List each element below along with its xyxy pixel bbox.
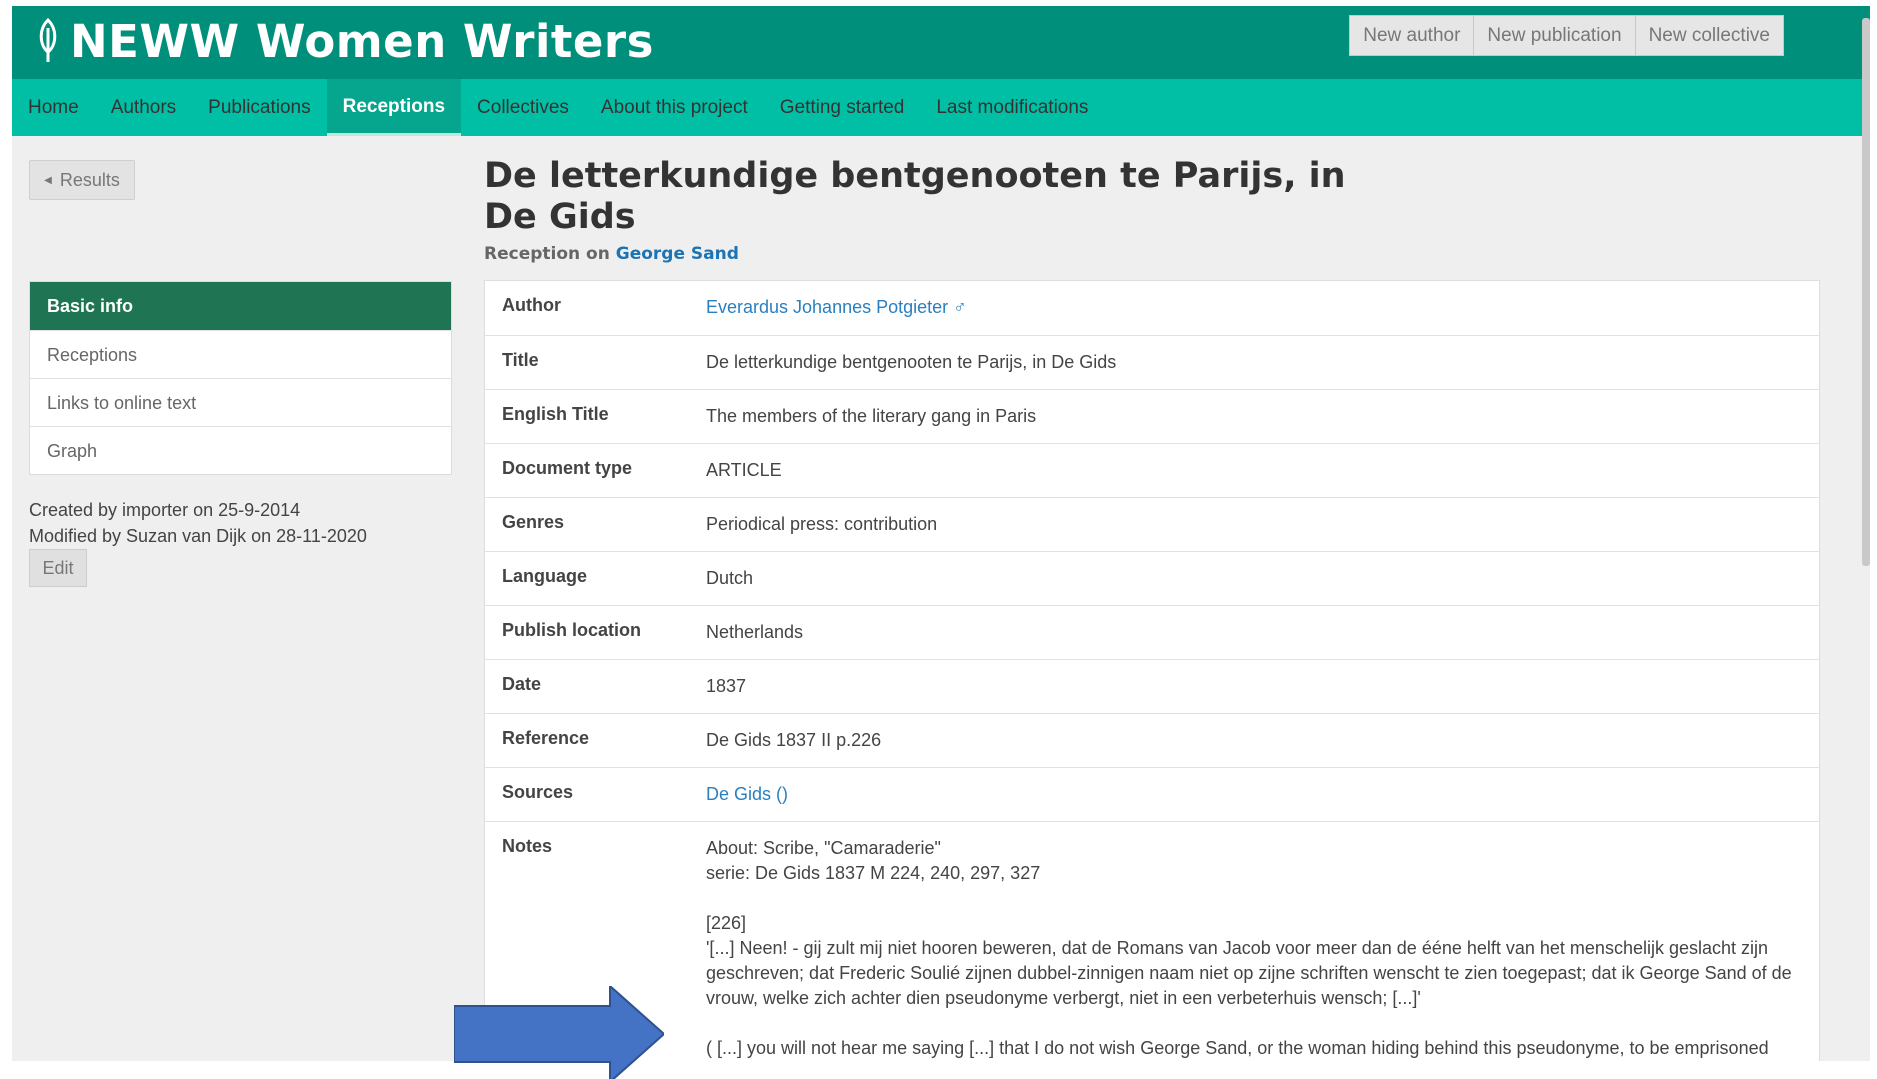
new-buttons-group: New author New publication New collectiv… <box>1349 15 1784 56</box>
table-row: English Title The members of the literar… <box>485 389 1819 443</box>
new-publication-button[interactable]: New publication <box>1473 16 1635 55</box>
site-title: NEWW Women Writers <box>70 14 654 68</box>
new-author-button[interactable]: New author <box>1350 16 1474 55</box>
document-type-value: ARTICLE <box>706 460 782 480</box>
reference-label: Reference <box>502 728 590 748</box>
publish-location-value: Netherlands <box>706 622 804 642</box>
page-title: De letterkundige bentgenooten te Parijs,… <box>484 156 1346 237</box>
arrow-right-icon <box>454 986 664 1079</box>
record-meta: Created by importer on 25-9-2014 Modifie… <box>29 497 367 549</box>
nav-authors[interactable]: Authors <box>95 79 192 136</box>
caret-left-icon: ◀ <box>44 174 52 186</box>
genres-value: Periodical press: contribution <box>706 514 938 534</box>
publish-location-label: Publish location <box>502 620 642 640</box>
reference-value: De Gids 1837 II p.226 <box>706 730 882 750</box>
sidebar-item-graph[interactable]: Graph <box>30 426 451 474</box>
notes-translation: ( [...] you will not hear me saying [...… <box>706 1038 1769 1058</box>
nav-publications[interactable]: Publications <box>192 79 326 136</box>
english-title-value: The members of the literary gang in Pari… <box>706 406 1037 426</box>
nav-home[interactable]: Home <box>12 79 95 136</box>
nav-about[interactable]: About this project <box>585 79 764 136</box>
quill-leaf-icon <box>39 18 57 62</box>
sidebar-menu: Basic info Receptions Links to online te… <box>29 281 452 475</box>
table-row: Title De letterkundige bentgenooten te P… <box>485 335 1819 389</box>
modified-info: Modified by Suzan van Dijk on 28-11-2020 <box>29 526 367 546</box>
subtitle-author-link[interactable]: George Sand <box>616 244 739 264</box>
site-logo[interactable]: NEWW Women Writers <box>34 8 654 74</box>
table-row: Date 1837 <box>485 659 1819 713</box>
sources-link[interactable]: De Gids () <box>706 784 788 804</box>
table-row: Author Everardus Johannes Potgieter ♂ <box>485 281 1819 335</box>
notes-about: About: Scribe, "Camaraderie" serie: De G… <box>706 838 1041 883</box>
date-label: Date <box>502 674 542 694</box>
page-frame: NEWW Women Writers New author New public… <box>12 6 1870 1061</box>
sidebar-item-basic-info[interactable]: Basic info <box>30 282 451 330</box>
nav-last-modifications[interactable]: Last modifications <box>920 79 1104 136</box>
main-nav: Home Authors Publications Receptions Col… <box>12 79 1870 136</box>
nav-getting-started[interactable]: Getting started <box>764 79 921 136</box>
language-label: Language <box>502 566 588 586</box>
header-bar: NEWW Women Writers New author New public… <box>12 6 1870 79</box>
notes-quote: [226] '[...] Neen! - gij zult mij niet h… <box>706 913 1792 1008</box>
language-value: Dutch <box>706 568 754 588</box>
nav-collectives[interactable]: Collectives <box>461 79 585 136</box>
table-row-notes: Notes About: Scribe, "Camaraderie" serie… <box>485 821 1819 1061</box>
title-label: Title <box>502 350 539 370</box>
created-info: Created by importer on 25-9-2014 <box>29 500 301 520</box>
table-row: Language Dutch <box>485 551 1819 605</box>
date-value: 1837 <box>706 676 747 696</box>
table-row: Document type ARTICLE <box>485 443 1819 497</box>
author-label: Author <box>502 295 561 315</box>
edit-button[interactable]: Edit <box>29 549 87 587</box>
details-table: Author Everardus Johannes Potgieter ♂ Ti… <box>484 280 1820 1061</box>
author-link[interactable]: Everardus Johannes Potgieter ♂ <box>706 297 967 317</box>
new-collective-button[interactable]: New collective <box>1634 16 1783 55</box>
sources-label: Sources <box>502 782 574 802</box>
nav-receptions[interactable]: Receptions <box>326 79 462 136</box>
page-subtitle: Reception on George Sand <box>484 244 739 264</box>
table-row: Reference De Gids 1837 II p.226 <box>485 713 1819 767</box>
sidebar-item-receptions[interactable]: Receptions <box>30 330 451 378</box>
table-row: Publish location Netherlands <box>485 605 1819 659</box>
scrollbar[interactable] <box>1862 18 1870 566</box>
genres-label: Genres <box>502 512 565 532</box>
table-row: Sources De Gids () <box>485 767 1819 821</box>
sidebar-item-links-online-text[interactable]: Links to online text <box>30 378 451 426</box>
results-back-button[interactable]: ◀ Results <box>29 160 135 200</box>
subtitle-prefix: Reception on <box>484 244 610 264</box>
english-title-label: English Title <box>502 404 609 424</box>
document-type-label: Document type <box>502 458 633 478</box>
results-label: Results <box>59 169 120 190</box>
notes-value: About: Scribe, "Camaraderie" serie: De G… <box>706 822 1819 1061</box>
title-value: De letterkundige bentgenooten te Parijs,… <box>706 352 1117 372</box>
table-row: Genres Periodical press: contribution <box>485 497 1819 551</box>
